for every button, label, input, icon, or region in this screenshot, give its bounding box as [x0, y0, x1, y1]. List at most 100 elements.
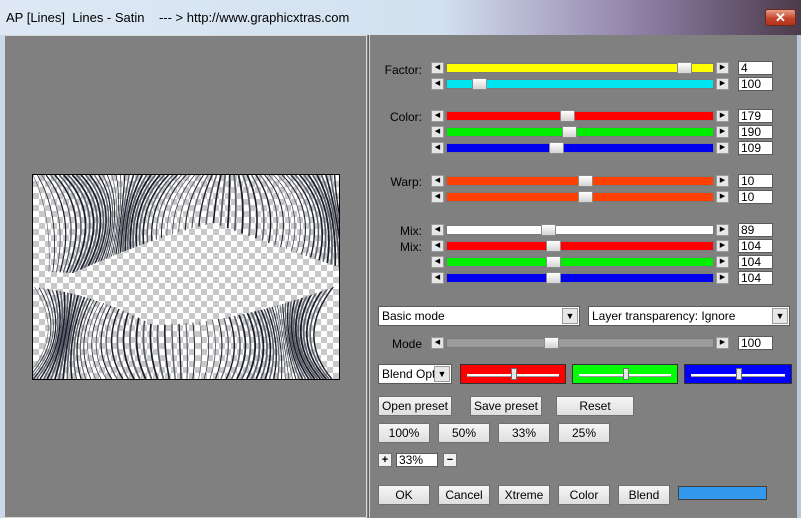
mix-red-track[interactable] — [446, 240, 714, 252]
cancel-button[interactable]: Cancel — [438, 485, 490, 505]
color-red-value-field[interactable]: 179 — [738, 109, 773, 123]
zoom-value-field[interactable]: 33% — [396, 453, 438, 467]
color-green-track[interactable] — [446, 126, 714, 138]
arrow-right-icon[interactable]: ▶ — [716, 256, 729, 268]
arrow-right-icon[interactable]: ▶ — [716, 78, 729, 90]
arrow-left-icon[interactable]: ◀ — [431, 191, 444, 203]
factor-2-track[interactable] — [446, 78, 714, 90]
reset-button[interactable]: Reset — [556, 396, 634, 416]
mix-blue-value-field[interactable]: 104 — [738, 271, 773, 285]
blend-blue-knob[interactable] — [736, 368, 742, 380]
mix-blue-slider[interactable]: ◀ ▶ — [431, 272, 729, 284]
mix-white-value-field[interactable]: 89 — [738, 223, 773, 237]
blend-red-box[interactable] — [460, 364, 566, 384]
arrow-right-icon[interactable]: ▶ — [716, 175, 729, 187]
mix-blue-thumb[interactable] — [546, 272, 562, 284]
warp-2-value-field[interactable]: 10 — [738, 190, 773, 204]
factor-2-value-field[interactable]: 100 — [738, 77, 773, 91]
mix-blue-track[interactable] — [446, 272, 714, 284]
color-blue-thumb[interactable] — [549, 142, 565, 154]
factor-1-slider[interactable]: ◀ ▶ — [431, 62, 729, 74]
blend-button[interactable]: Blend — [618, 485, 670, 505]
mode-slider[interactable]: ◀ ▶ — [431, 337, 729, 349]
warp-1-thumb[interactable] — [578, 175, 594, 187]
mix-green-thumb[interactable] — [546, 256, 562, 268]
color-red-track[interactable] — [446, 110, 714, 122]
arrow-left-icon[interactable]: ◀ — [431, 224, 444, 236]
mode-thumb[interactable] — [543, 337, 559, 349]
save-preset-button[interactable]: Save preset — [470, 396, 542, 416]
color-green-slider[interactable]: ◀ ▶ — [431, 126, 729, 138]
factor-1-track[interactable] — [446, 62, 714, 74]
open-preset-button[interactable]: Open preset — [378, 396, 452, 416]
arrow-left-icon[interactable]: ◀ — [431, 256, 444, 268]
factor-2-slider[interactable]: ◀ ▶ — [431, 78, 729, 90]
mix-red-thumb[interactable] — [546, 240, 562, 252]
ok-button[interactable]: OK — [378, 485, 430, 505]
zoom-100-button[interactable]: 100% — [378, 423, 430, 443]
arrow-right-icon[interactable]: ▶ — [716, 240, 729, 252]
arrow-right-icon[interactable]: ▶ — [716, 62, 729, 74]
arrow-left-icon[interactable]: ◀ — [431, 78, 444, 90]
warp-2-track[interactable] — [446, 191, 714, 203]
color-blue-value-field[interactable]: 109 — [738, 141, 773, 155]
factor-2-thumb[interactable] — [471, 78, 487, 90]
color-label: Color: — [389, 110, 422, 124]
mix-red-value-field[interactable]: 104 — [738, 239, 773, 253]
arrow-right-icon[interactable]: ▶ — [716, 272, 729, 284]
arrow-left-icon[interactable]: ◀ — [431, 175, 444, 187]
blend-green-box[interactable] — [572, 364, 678, 384]
warp-1-slider[interactable]: ◀ ▶ — [431, 175, 729, 187]
arrow-left-icon[interactable]: ◀ — [431, 240, 444, 252]
blend-options-select[interactable]: Blend Opti ▼ — [378, 364, 452, 384]
zoom-out-button[interactable]: − — [443, 453, 457, 467]
warp-1-value-field[interactable]: 10 — [738, 174, 773, 188]
arrow-right-icon[interactable]: ▶ — [716, 337, 729, 349]
arrow-left-icon[interactable]: ◀ — [431, 142, 444, 154]
zoom-33-button[interactable]: 33% — [498, 423, 550, 443]
mode-select[interactable]: Basic mode ▼ — [378, 306, 580, 326]
close-button[interactable]: ✕ — [765, 9, 796, 26]
color-green-value-field[interactable]: 190 — [738, 125, 773, 139]
blend-blue-box[interactable] — [684, 364, 792, 384]
warp-2-slider[interactable]: ◀ ▶ — [431, 191, 729, 203]
color-green-thumb[interactable] — [562, 126, 578, 138]
mix-white-slider[interactable]: ◀ ▶ — [431, 224, 729, 236]
mix-red-slider[interactable]: ◀ ▶ — [431, 240, 729, 252]
zoom-25-button[interactable]: 25% — [558, 423, 610, 443]
arrow-left-icon[interactable]: ◀ — [431, 337, 444, 349]
factor-1-value-field[interactable]: 4 — [738, 61, 773, 75]
mode-value-field[interactable]: 100 — [738, 336, 773, 350]
arrow-right-icon[interactable]: ▶ — [716, 224, 729, 236]
zoom-in-button[interactable]: + — [378, 453, 392, 467]
zoom-50-button[interactable]: 50% — [438, 423, 490, 443]
arrow-right-icon[interactable]: ▶ — [716, 191, 729, 203]
arrow-left-icon[interactable]: ◀ — [431, 62, 444, 74]
color-red-thumb[interactable] — [559, 110, 575, 122]
mix-green-track[interactable] — [446, 256, 714, 268]
blend-green-knob[interactable] — [623, 368, 629, 380]
color-button[interactable]: Color — [558, 485, 610, 505]
color-blue-track[interactable] — [446, 142, 714, 154]
mix-green-slider[interactable]: ◀ ▶ — [431, 256, 729, 268]
factor-1-thumb[interactable] — [676, 62, 692, 74]
arrow-right-icon[interactable]: ▶ — [716, 126, 729, 138]
color-red-slider[interactable]: ◀ ▶ — [431, 110, 729, 122]
layer-transparency-select[interactable]: Layer transparency: Ignore ▼ — [588, 306, 790, 326]
mix-white-thumb[interactable] — [541, 224, 557, 236]
window-frame-right — [797, 35, 801, 518]
warp-1-track[interactable] — [446, 175, 714, 187]
mix-white-track[interactable] — [446, 224, 714, 236]
xtreme-button[interactable]: Xtreme — [498, 485, 550, 505]
blend-color-swatch[interactable] — [678, 486, 767, 500]
mix-green-value-field[interactable]: 104 — [738, 255, 773, 269]
arrow-left-icon[interactable]: ◀ — [431, 126, 444, 138]
arrow-right-icon[interactable]: ▶ — [716, 110, 729, 122]
arrow-left-icon[interactable]: ◀ — [431, 272, 444, 284]
color-blue-slider[interactable]: ◀ ▶ — [431, 142, 729, 154]
arrow-right-icon[interactable]: ▶ — [716, 142, 729, 154]
warp-2-thumb[interactable] — [578, 191, 594, 203]
mode-track[interactable] — [446, 337, 714, 349]
arrow-left-icon[interactable]: ◀ — [431, 110, 444, 122]
blend-red-knob[interactable] — [511, 368, 517, 380]
